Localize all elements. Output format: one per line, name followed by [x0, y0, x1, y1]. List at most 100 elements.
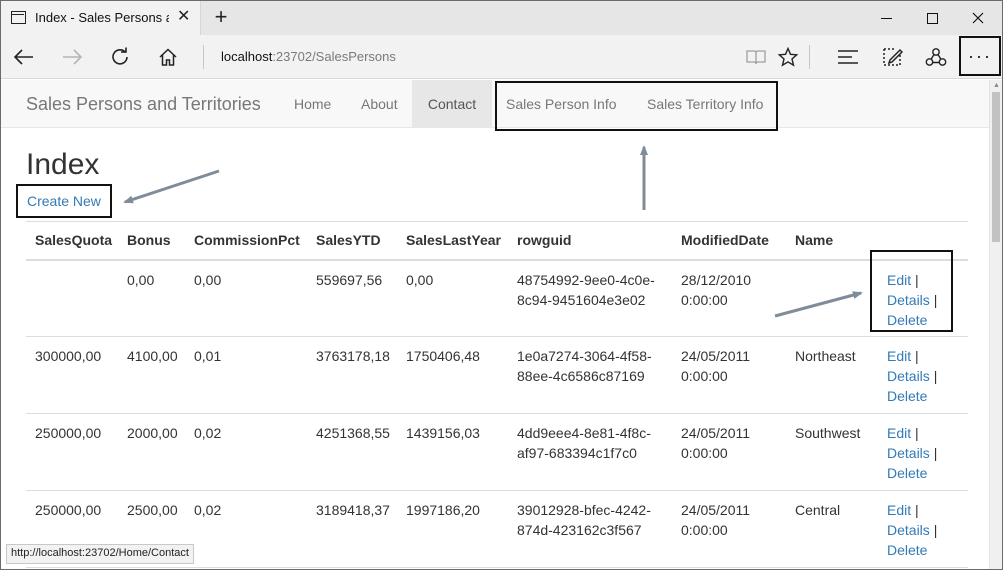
address-host: localhost — [221, 49, 273, 64]
minimize-button[interactable] — [863, 1, 909, 35]
edit-link[interactable]: Edit — [887, 348, 911, 364]
cell-rowguid: 4dd9eee4-8e81-4f8c-af97-683394c1f7c0 — [508, 413, 672, 491]
back-button[interactable] — [9, 43, 39, 71]
hub-icon — [838, 50, 858, 64]
cell-name: Central — [786, 490, 878, 568]
toolbar-divider-2 — [809, 45, 810, 69]
cell-bonus: 2000,00 — [118, 413, 185, 491]
cell-actions: Edit | Details | Delete — [878, 336, 968, 414]
sales-persons-table: SalesQuota Bonus CommissionPct SalesYTD … — [26, 221, 968, 568]
maximize-icon — [926, 12, 938, 24]
browser-toolbar: localhost:23702/SalesPersons ··· — [1, 35, 1002, 79]
share-icon — [925, 48, 947, 66]
page-icon — [11, 11, 26, 24]
cell-sales-last-year: 1439156,03 — [397, 413, 508, 491]
cell-sales-quota — [26, 259, 118, 337]
cell-modified-date: 24/05/2011 0:00:00 — [672, 336, 786, 414]
edit-link[interactable]: Edit — [887, 425, 911, 441]
home-button[interactable] — [153, 43, 183, 71]
rowguid-line-1: 4dd9eee4-8e81-4f8c- — [517, 425, 651, 441]
reading-view-button[interactable] — [741, 43, 771, 71]
address-bar[interactable]: localhost:23702/SalesPersons — [221, 49, 396, 64]
tab-close-icon[interactable]: ✕ — [177, 8, 190, 26]
delete-link[interactable]: Delete — [887, 465, 927, 481]
link-separator: | — [915, 502, 919, 518]
scroll-thumb[interactable] — [992, 92, 1000, 242]
share-button[interactable] — [921, 43, 951, 71]
cell-rowguid: 39012928-bfec-4242- 874d-423162c3f567 — [508, 490, 672, 568]
tab-title: Index - Sales Persons ar — [35, 10, 169, 25]
link-separator: | — [933, 445, 938, 461]
hub-button[interactable] — [833, 43, 863, 71]
cell-commission-pct: 0,01 — [185, 336, 307, 414]
cell-rowguid: 48754992-9ee0-4c0e- 8c94-9451604e3e02 — [508, 259, 672, 337]
cell-sales-last-year: 1750406,48 — [397, 336, 508, 414]
cell-name: Southwest — [786, 413, 878, 491]
rowguid-line-1: 1e0a7274-3064-4f58- — [517, 348, 652, 364]
table-row: 300000,00 4100,00 0,01 3763178,18 175040… — [26, 336, 968, 414]
create-new-link[interactable]: Create New — [27, 193, 101, 209]
close-window-button[interactable] — [955, 1, 1001, 35]
cell-commission-pct: 0,02 — [185, 413, 307, 491]
status-url-tooltip: http://localhost:23702/Home/Contact — [6, 544, 194, 564]
column-header: Name — [786, 221, 878, 261]
cell-sales-last-year: 0,00 — [397, 259, 508, 337]
address-path: :23702/SalesPersons — [272, 49, 396, 64]
site-navbar: Sales Persons and Territories Home About… — [1, 80, 989, 131]
link-separator: | — [915, 425, 919, 441]
web-note-button[interactable] — [877, 43, 907, 71]
details-link[interactable]: Details — [887, 445, 930, 461]
minimize-icon — [880, 17, 892, 19]
cell-bonus: 0,00 — [118, 259, 185, 337]
back-arrow-icon — [14, 49, 33, 65]
new-tab-icon[interactable]: + — [209, 6, 233, 30]
forward-button[interactable] — [57, 43, 87, 71]
toolbar-divider — [203, 45, 204, 69]
close-icon — [972, 12, 984, 24]
cell-modified-date: 28/12/2010 0:00:00 — [672, 259, 786, 337]
maximize-button[interactable] — [909, 1, 955, 35]
refresh-button[interactable] — [105, 43, 135, 71]
details-link[interactable]: Details — [887, 522, 930, 538]
vertical-scrollbar[interactable]: ▲ — [989, 80, 1002, 569]
home-icon — [159, 48, 177, 66]
cell-sales-ytd: 3189418,37 — [307, 490, 397, 568]
cell-sales-ytd: 4251368,55 — [307, 413, 397, 491]
cell-sales-quota: 250000,00 — [26, 413, 118, 491]
rowguid-line-2: af97-683394c1f7c0 — [517, 445, 637, 461]
nav-about[interactable]: About — [361, 80, 398, 128]
column-header: rowguid — [508, 221, 672, 261]
rowguid-line-2: 8c94-9451604e3e02 — [517, 291, 646, 308]
link-separator: | — [915, 348, 919, 364]
actions-highlight-box — [870, 250, 953, 332]
rowguid-line-2: 874d-423162c3f567 — [517, 522, 642, 538]
cell-sales-last-year: 1997186,20 — [397, 490, 508, 568]
delete-link[interactable]: Delete — [887, 542, 927, 558]
reading-view-icon — [746, 50, 766, 65]
cell-commission-pct: 0,00 — [185, 259, 307, 337]
details-link[interactable]: Details — [887, 368, 930, 384]
link-separator: | — [933, 522, 938, 538]
page-viewport: Sales Persons and Territories Home About… — [1, 80, 989, 569]
nav-highlight-box — [495, 81, 778, 131]
cell-commission-pct: 0,02 — [185, 490, 307, 568]
column-header: SalesQuota — [26, 221, 118, 261]
star-icon — [778, 47, 798, 67]
nav-contact[interactable]: Contact — [412, 80, 492, 128]
nav-home[interactable]: Home — [294, 80, 331, 128]
column-header: ModifiedDate — [672, 221, 786, 261]
scroll-up-icon[interactable]: ▲ — [993, 82, 1000, 89]
delete-link[interactable]: Delete — [887, 388, 927, 404]
table-header-row: SalesQuota Bonus CommissionPct SalesYTD … — [26, 221, 968, 261]
favorite-button[interactable] — [773, 43, 803, 71]
more-button[interactable]: ··· — [959, 36, 1001, 76]
column-header: CommissionPct — [185, 221, 307, 261]
cell-sales-quota: 300000,00 — [26, 336, 118, 414]
cell-rowguid: 1e0a7274-3064-4f58- 88ee-4c6586c87169 — [508, 336, 672, 414]
cell-bonus: 4100,00 — [118, 336, 185, 414]
edit-link[interactable]: Edit — [887, 502, 911, 518]
browser-tab[interactable]: Index - Sales Persons ar ✕ — [1, 1, 201, 35]
page-title: Index — [26, 148, 100, 181]
site-brand[interactable]: Sales Persons and Territories — [26, 94, 261, 115]
date-line-1: 28/12/2010 — [681, 271, 752, 288]
